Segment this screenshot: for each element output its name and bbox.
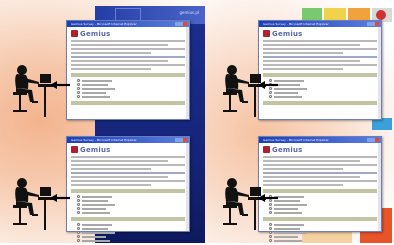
arrow-left-icon: [258, 81, 278, 89]
arrow-left-icon: [50, 81, 70, 89]
answer-option[interactable]: [269, 235, 377, 238]
pointer-arrow: [258, 75, 278, 94]
survey-page: Gemius: [67, 143, 189, 245]
survey-browser-window: Gemius Survey - Microsoft Internet Explo…: [258, 136, 382, 242]
answer-option[interactable]: [77, 195, 185, 198]
question-bar: [71, 217, 185, 221]
survey-browser-window: Gemius Survey - Microsoft Internet Explo…: [66, 136, 190, 242]
banner-brand-text: gemius.pl: [179, 10, 199, 15]
answer-option[interactable]: [269, 91, 377, 94]
answer-option[interactable]: [269, 95, 377, 98]
answer-option[interactable]: [269, 239, 377, 242]
scrollbar[interactable]: [378, 27, 381, 119]
scrollbar[interactable]: [186, 27, 189, 119]
answer-option[interactable]: [77, 203, 185, 206]
radio-button[interactable]: [77, 207, 80, 210]
radio-button[interactable]: [77, 203, 80, 206]
answer-option[interactable]: [77, 87, 185, 90]
radio-button[interactable]: [77, 79, 80, 82]
radio-button[interactable]: [269, 239, 272, 242]
radio-button[interactable]: [77, 231, 80, 234]
survey-page: Gemius: [67, 27, 189, 109]
radio-button[interactable]: [77, 211, 80, 214]
gemius-logo-icon: [263, 30, 270, 37]
answer-option[interactable]: [269, 195, 377, 198]
radio-button[interactable]: [77, 239, 80, 242]
brand-name: Gemius: [80, 145, 111, 154]
gemius-logo-icon: [71, 30, 78, 37]
radio-button[interactable]: [77, 199, 80, 202]
radio-button[interactable]: [77, 87, 80, 90]
question-bar: [263, 189, 377, 193]
answer-option[interactable]: [77, 79, 185, 82]
brand-name: Gemius: [80, 29, 111, 38]
survey-page: Gemius: [259, 27, 381, 109]
answer-option[interactable]: [269, 223, 377, 226]
radio-button[interactable]: [77, 95, 80, 98]
radio-button[interactable]: [77, 235, 80, 238]
question-bar: [71, 101, 185, 105]
answer-option[interactable]: [269, 87, 377, 90]
answer-option[interactable]: [77, 91, 185, 94]
window-controls[interactable]: [367, 22, 379, 26]
radio-button[interactable]: [77, 227, 80, 230]
answer-option[interactable]: [269, 83, 377, 86]
gemius-logo-icon: [71, 146, 78, 153]
survey-header: Gemius: [263, 29, 377, 38]
radio-button[interactable]: [77, 195, 80, 198]
survey-browser-window: Gemius Survey - Microsoft Internet Explo…: [66, 20, 190, 120]
survey-header: Gemius: [263, 145, 377, 154]
answer-option[interactable]: [77, 211, 185, 214]
survey-header: Gemius: [71, 145, 185, 154]
question-bar: [263, 101, 377, 105]
answer-option[interactable]: [269, 211, 377, 214]
survey-header: Gemius: [71, 29, 185, 38]
question-bar: [71, 73, 185, 77]
radio-button[interactable]: [77, 223, 80, 226]
window-title: Gemius Survey - Microsoft Internet Explo…: [263, 22, 329, 26]
answer-option[interactable]: [269, 199, 377, 202]
window-controls[interactable]: [175, 138, 187, 142]
pointer-arrow: [50, 188, 70, 207]
window-title: Gemius Survey - Microsoft Internet Explo…: [71, 22, 137, 26]
answer-option[interactable]: [269, 207, 377, 210]
window-title: Gemius Survey - Microsoft Internet Explo…: [71, 138, 137, 142]
pointer-arrow: [50, 75, 70, 94]
answer-option[interactable]: [77, 231, 185, 234]
window-title: Gemius Survey - Microsoft Internet Explo…: [263, 138, 329, 142]
answer-option[interactable]: [77, 239, 185, 242]
answer-option[interactable]: [77, 223, 185, 226]
question-bar: [71, 189, 185, 193]
answer-option[interactable]: [77, 235, 185, 238]
arrow-left-icon: [258, 194, 278, 202]
answer-option[interactable]: [77, 207, 185, 210]
arrow-left-icon: [50, 194, 70, 202]
scrollbar[interactable]: [378, 143, 381, 231]
answer-option[interactable]: [77, 83, 185, 86]
answer-option[interactable]: [269, 203, 377, 206]
window-controls[interactable]: [175, 22, 187, 26]
answer-option[interactable]: [269, 79, 377, 82]
answer-option[interactable]: [77, 227, 185, 230]
window-controls[interactable]: [367, 138, 379, 142]
answer-option[interactable]: [77, 95, 185, 98]
radio-button[interactable]: [77, 83, 80, 86]
answer-option[interactable]: [269, 231, 377, 234]
scrollbar[interactable]: [186, 143, 189, 231]
question-bar: [263, 217, 377, 221]
pointer-arrow: [258, 188, 278, 207]
gemius-logo-icon: [263, 146, 270, 153]
radio-button[interactable]: [77, 91, 80, 94]
brand-name: Gemius: [272, 29, 303, 38]
question-bar: [263, 73, 377, 77]
brand-name: Gemius: [272, 145, 303, 154]
answer-option[interactable]: [77, 199, 185, 202]
survey-browser-window: Gemius Survey - Microsoft Internet Explo…: [258, 20, 382, 120]
answer-option[interactable]: [269, 227, 377, 230]
